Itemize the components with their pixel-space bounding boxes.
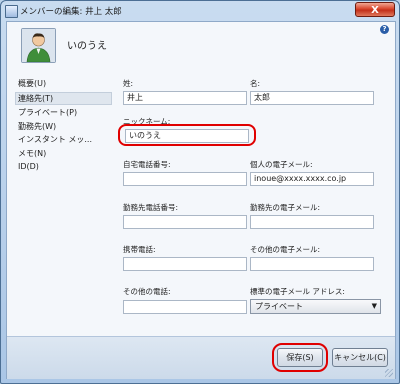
personal-email-field[interactable]: inoue@xxxx.xxxx.co.jp [250, 172, 374, 186]
sidebar-item-work[interactable]: 勤務先(W) [16, 121, 112, 132]
sidebar-item-overview[interactable]: 概要(U) [16, 78, 112, 89]
sidebar-nav: 概要(U) 連絡先(T) プライベート(P) 勤務先(W) インスタント メッ.… [15, 78, 112, 175]
dialog-footer: 保存(S) キャンセル(C) [7, 336, 395, 379]
work-phone-field[interactable] [123, 215, 247, 229]
work-phone-label: 勤務先電話番号: [123, 203, 179, 212]
home-phone-label: 自宅電話番号: [123, 160, 171, 169]
default-email-select[interactable]: プライベート ▼ [250, 299, 381, 314]
last-name-field[interactable]: 井上 [123, 91, 247, 105]
resize-grip[interactable] [385, 369, 393, 377]
person-avatar-icon[interactable] [21, 28, 56, 63]
dialog-window: メンバーの編集: 井上 太郎 X いのうえ ? 概要(U) 連絡先(T) プライ… [0, 0, 400, 384]
help-icon[interactable]: ? [380, 25, 389, 34]
other-email-field[interactable] [250, 257, 374, 271]
work-email-label: 勤務先の電子メール: [250, 203, 321, 212]
sidebar-item-private[interactable]: プライベート(P) [16, 107, 112, 118]
default-email-selected-value: プライベート [255, 302, 303, 311]
work-email-field[interactable] [250, 215, 374, 229]
nickname-highlight [118, 124, 256, 146]
default-email-label: 標準の電子メール アドレス: [250, 287, 345, 296]
mobile-phone-field[interactable] [123, 257, 247, 271]
first-name-label: 名: [250, 79, 261, 88]
dialog-content: いのうえ ? 概要(U) 連絡先(T) プライベート(P) 勤務先(W) インス… [6, 21, 396, 379]
last-name-label: 姓: [123, 79, 134, 88]
other-phone-field[interactable] [123, 300, 247, 314]
first-name-field[interactable]: 太郎 [250, 91, 374, 105]
mobile-phone-label: 携帯電話: [123, 245, 156, 254]
close-button[interactable]: X [355, 2, 395, 17]
sidebar-item-contact[interactable]: 連絡先(T) [15, 91, 112, 105]
title-bar[interactable]: メンバーの編集: 井上 太郎 X [1, 1, 399, 21]
sidebar-item-instant-messaging[interactable]: インスタント メッ... [16, 134, 112, 145]
contact-header: いのうえ ? [7, 22, 395, 68]
cancel-button[interactable]: キャンセル(C) [332, 348, 388, 367]
sidebar-item-memo[interactable]: メモ(N) [16, 148, 112, 159]
save-button-highlight [272, 343, 328, 372]
contact-display-name: いのうえ [67, 41, 107, 52]
window-title: メンバーの編集: 井上 太郎 [20, 7, 122, 17]
home-phone-field[interactable] [123, 172, 247, 186]
other-email-label: その他の電子メール: [250, 245, 321, 254]
chevron-down-icon: ▼ [371, 302, 377, 310]
personal-email-label: 個人の電子メール: [250, 160, 313, 169]
app-window-icon [5, 5, 18, 18]
other-phone-label: その他の電話: [123, 287, 171, 296]
sidebar-item-id[interactable]: ID(D) [16, 161, 112, 172]
